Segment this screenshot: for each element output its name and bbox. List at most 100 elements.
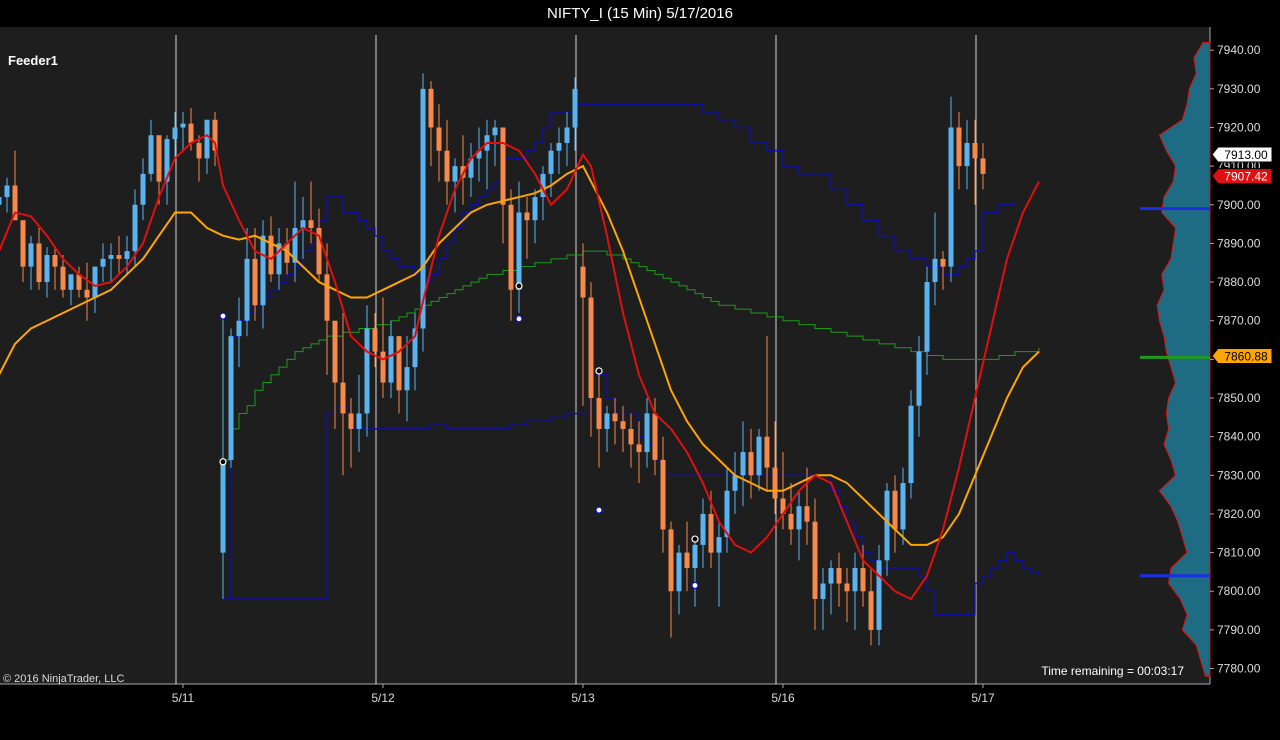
y-tick-label: 7880.00	[1217, 275, 1261, 289]
x-tick-label: 5/16	[771, 691, 795, 705]
candle-up	[132, 204, 138, 252]
candle-down	[308, 220, 314, 228]
signal-dot	[219, 312, 227, 320]
candle-down	[764, 436, 770, 468]
candle-up	[964, 142, 970, 167]
y-tick-label: 7920.00	[1217, 120, 1261, 134]
candle-down	[812, 521, 818, 599]
candle-up	[740, 452, 746, 476]
candle-up	[828, 568, 834, 584]
candle-up	[68, 274, 74, 290]
signal-dot	[691, 581, 699, 590]
x-tick-label: 5/17	[971, 691, 995, 705]
candle-down	[588, 297, 594, 399]
candle-down	[372, 328, 378, 352]
candle-down	[380, 351, 386, 383]
candle-down	[868, 591, 874, 630]
x-tick-label: 5/12	[371, 691, 395, 705]
candle-up	[932, 258, 938, 283]
candle-down	[620, 421, 626, 429]
candle-down	[772, 467, 778, 499]
candle-up	[260, 235, 266, 306]
y-tick-label: 7900.00	[1217, 198, 1261, 212]
price-marker-label: 7907.42	[1224, 170, 1268, 184]
copyright: © 2016 NinjaTrader, LLC	[3, 673, 124, 685]
candle-down	[684, 552, 690, 569]
panel-label: Feeder1	[8, 53, 58, 68]
candle-up	[148, 135, 154, 174]
candle-down	[980, 158, 986, 174]
candle-down	[636, 444, 642, 453]
candle-up	[4, 185, 10, 198]
candle-up	[884, 490, 890, 561]
candle-up	[756, 436, 762, 476]
candle-up	[404, 367, 410, 391]
candle-up	[548, 150, 554, 174]
candle-down	[972, 142, 978, 159]
candle-up	[92, 266, 98, 298]
candle-down	[660, 459, 666, 530]
candle-up	[676, 552, 682, 592]
candle-up	[948, 127, 954, 267]
candle-down	[844, 583, 850, 592]
candle-up	[228, 336, 234, 460]
y-tick-label: 7810.00	[1217, 546, 1261, 560]
candle-up	[100, 258, 106, 267]
candle-up	[124, 251, 130, 259]
candle-up	[908, 405, 914, 484]
candle-up	[108, 255, 114, 259]
candle-up	[692, 544, 698, 569]
candle-up	[388, 336, 394, 383]
candle-up	[180, 123, 186, 128]
y-tick-label: 7800.00	[1217, 584, 1261, 598]
candle-down	[500, 127, 506, 205]
candle-down	[596, 398, 602, 429]
candle-down	[836, 568, 842, 584]
candle-up	[732, 475, 738, 491]
candle-up	[236, 320, 242, 337]
candle-down	[524, 212, 530, 221]
candle-up	[44, 255, 50, 283]
candle-up	[700, 513, 706, 545]
candle-down	[436, 127, 442, 151]
candle-up	[604, 413, 610, 429]
y-tick-label: 7820.00	[1217, 507, 1261, 521]
candle-up	[796, 506, 802, 530]
candle-up	[852, 568, 858, 592]
candle-down	[956, 127, 962, 167]
price-marker-label: 7860.88	[1224, 349, 1268, 363]
candle-up	[564, 127, 570, 143]
candle-down	[84, 289, 90, 298]
chart: 7780.00 7790.00 7800.00 7810.00 7820.00 7830.…	[0, 27, 1280, 740]
candle-up	[900, 483, 906, 530]
time-remaining: Time remaining = 00:03:17	[1041, 664, 1184, 678]
candle-down	[252, 258, 258, 306]
candle-up	[572, 88, 578, 128]
candle-down	[20, 220, 26, 267]
candle-up	[532, 197, 538, 221]
candle-down	[580, 266, 586, 298]
candle-down	[116, 255, 122, 259]
candle-up	[492, 127, 498, 136]
candle-up	[356, 413, 362, 429]
candle-up	[516, 212, 522, 290]
candle-up	[876, 560, 882, 630]
candle-down	[396, 336, 402, 391]
y-tick-label: 7930.00	[1217, 82, 1261, 96]
candle-down	[860, 568, 866, 592]
candle-up	[300, 220, 306, 228]
candle-down	[892, 490, 898, 530]
signal-dot	[691, 535, 699, 543]
signal-dot	[595, 367, 603, 375]
y-tick-label: 7790.00	[1217, 623, 1261, 637]
candle-up	[244, 258, 250, 321]
candle-down	[668, 529, 674, 592]
signal-dot	[515, 315, 523, 323]
candle-up	[556, 142, 562, 151]
candle-up	[140, 173, 146, 205]
candle-down	[188, 123, 194, 143]
x-tick-label: 5/13	[571, 691, 595, 705]
candle-up	[204, 119, 210, 159]
signal-dot	[595, 506, 603, 514]
y-tick-label: 7870.00	[1217, 314, 1261, 328]
